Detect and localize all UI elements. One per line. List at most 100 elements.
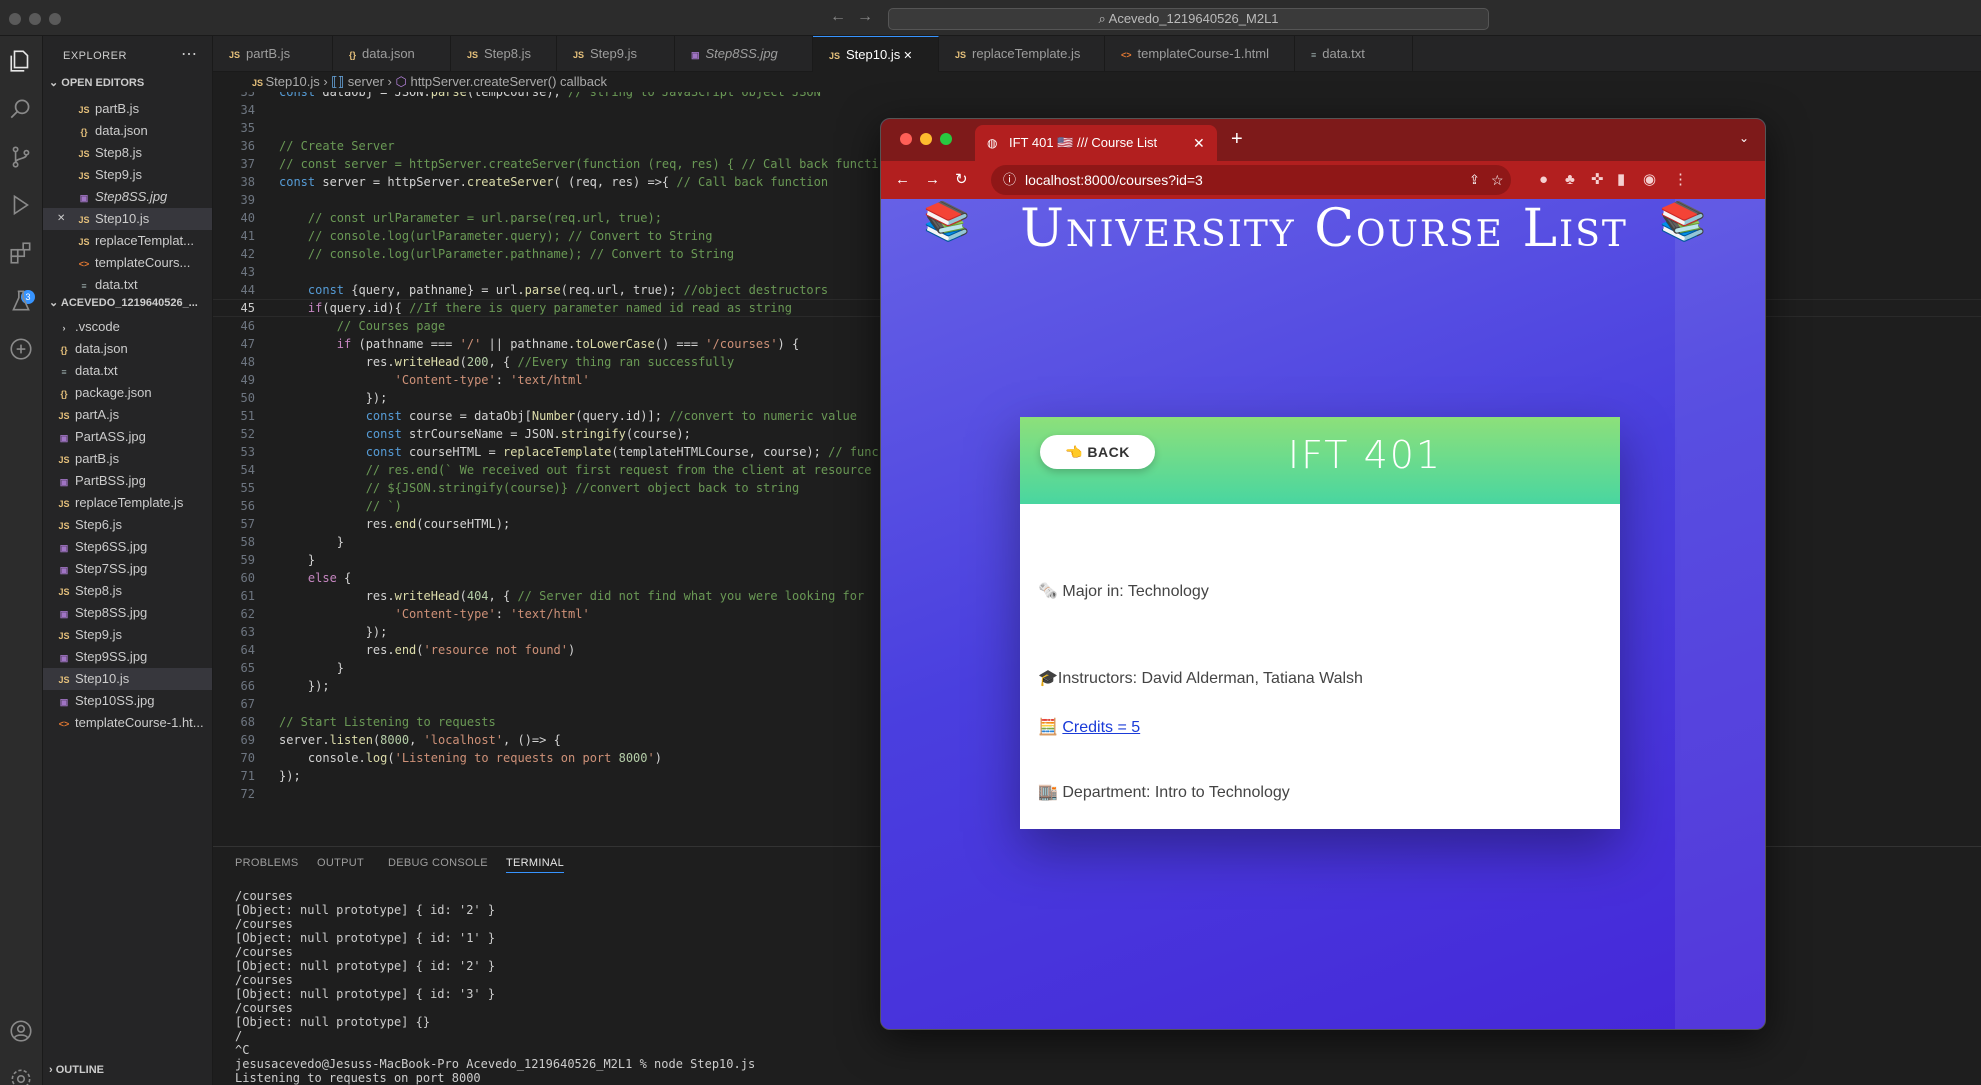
file-tree-item[interactable]: › .vscode	[43, 316, 212, 338]
tab-search-chevron-icon[interactable]: ⌄	[1739, 131, 1749, 145]
tab-step8ss-jpg[interactable]: ▣ Step8SS.jpg	[675, 36, 813, 72]
line-number: 44	[240, 283, 255, 297]
browser-minimize-dot[interactable]	[920, 133, 932, 145]
tab-output[interactable]: OUTPUT	[317, 857, 364, 869]
tab-partb-js[interactable]: JS partB.js	[213, 36, 333, 72]
browser-tab[interactable]: ◍ IFT 401 🇺🇸 /// Course List ✕	[975, 125, 1217, 161]
search-icon[interactable]	[8, 96, 34, 122]
address-bar[interactable]: ⓘ localhost:8000/courses?id=3 ⇪ ☆	[991, 165, 1511, 195]
tab-problems[interactable]: PROBLEMS	[235, 857, 299, 869]
breadcrumb-callback[interactable]: httpServer.createServer() callback	[410, 74, 607, 89]
command-center[interactable]: ⌕ Acevedo_1219640526_M2L1	[888, 8, 1489, 30]
file-tree-item[interactable]: JS partA.js	[43, 404, 212, 426]
open-editor-item[interactable]: JS replaceTemplat...	[43, 230, 212, 252]
code-line: if(query.id){ //If there is query parame…	[307, 301, 792, 315]
menu-kebab-icon[interactable]: ⋮	[1673, 172, 1688, 188]
file-tree-item[interactable]: {} data.json	[43, 338, 212, 360]
line-number: 61	[240, 589, 255, 603]
outline-header[interactable]: › OUTLINE	[49, 1064, 211, 1076]
open-editor-item[interactable]: JS Step9.js	[43, 164, 212, 186]
line-number: 37	[240, 157, 255, 171]
extensions-icon[interactable]	[8, 240, 34, 266]
open-editor-item[interactable]: JS partB.js	[43, 98, 212, 120]
share-icon[interactable]: ⇪	[1469, 165, 1480, 195]
file-tree-item[interactable]: ▣ Step7SS.jpg	[43, 558, 212, 580]
chevron-down-icon: ⌄	[49, 77, 62, 89]
credits-link[interactable]: Credits = 5	[1062, 719, 1140, 736]
close-icon[interactable]: ✕	[900, 50, 912, 62]
open-editor-item[interactable]: ≡ data.txt	[43, 274, 212, 296]
file-tree-item[interactable]: ▣ PartASS.jpg	[43, 426, 212, 448]
tab-terminal[interactable]: TERMINAL	[506, 857, 565, 873]
browser-close-dot[interactable]	[900, 133, 912, 145]
close-tab-icon[interactable]: ✕	[1193, 125, 1205, 161]
file-tree-item[interactable]: JS Step10.js	[43, 668, 212, 690]
run-debug-icon[interactable]	[8, 192, 34, 218]
source-control-icon[interactable]	[8, 144, 34, 170]
file-tree-item[interactable]: <> templateCourse-1.ht...	[43, 712, 212, 734]
file-tree-item[interactable]: ≡ data.txt	[43, 360, 212, 382]
file-tree-item[interactable]: JS Step8.js	[43, 580, 212, 602]
file-tree-item[interactable]: JS replaceTemplate.js	[43, 492, 212, 514]
tree-extension-icon[interactable]: ♣	[1565, 172, 1575, 188]
more-actions-icon[interactable]: ⋯	[181, 44, 197, 64]
js-file-icon: JS	[78, 237, 90, 247]
code-line: const dataObj = JSON.parse(tempCourse); …	[279, 92, 821, 99]
project-folder-header[interactable]: ⌄ ACEVEDO_1219640526_...	[49, 296, 211, 309]
explorer-icon[interactable]	[8, 48, 34, 74]
testing-icon[interactable]	[8, 288, 34, 314]
tab-replacetemplate-js[interactable]: JS replaceTemplate.js	[939, 36, 1105, 72]
open-editor-item[interactable]: ✕ JS Step10.js	[43, 208, 212, 230]
new-tab-icon[interactable]: +	[1231, 128, 1243, 151]
reload-icon[interactable]: ↻	[955, 172, 968, 188]
tab-data-json[interactable]: {} data.json	[333, 36, 451, 72]
file-tree-item[interactable]: ▣ Step9SS.jpg	[43, 646, 212, 668]
file-tree-label: Step6.js	[75, 517, 122, 532]
code-line: const courseHTML = replaceTemplate(templ…	[365, 445, 879, 459]
breadcrumb-file[interactable]: Step10.js	[266, 74, 320, 89]
close-icon[interactable]: ✕	[57, 208, 65, 230]
forward-arrow-icon[interactable]: →	[925, 172, 940, 188]
tab-data-txt[interactable]: ≡ data.txt	[1295, 36, 1413, 72]
file-tree-item[interactable]: ▣ Step10SS.jpg	[43, 690, 212, 712]
tab-step9-js[interactable]: JS Step9.js	[557, 36, 675, 72]
back-arrow-icon[interactable]: ←	[895, 172, 910, 188]
grammarly-extension-icon[interactable]: ●	[1539, 172, 1548, 188]
file-tree-item[interactable]: {} package.json	[43, 382, 212, 404]
extensions-puzzle-icon[interactable]: ✜	[1591, 172, 1604, 188]
code-line: const {query, pathname} = url.parse(req.…	[307, 283, 829, 297]
minimize-window-dot[interactable]	[29, 13, 41, 25]
file-tree-item[interactable]: ▣ Step8SS.jpg	[43, 602, 212, 624]
forward-arrow-icon[interactable]: →	[857, 8, 873, 26]
remote-explorer-icon[interactable]	[8, 336, 34, 362]
side-panel-icon[interactable]: ▮	[1617, 172, 1625, 188]
open-editor-item[interactable]: ▣ Step8SS.jpg	[43, 186, 212, 208]
file-tree-item[interactable]: ▣ PartBSS.jpg	[43, 470, 212, 492]
settings-gear-icon[interactable]	[8, 1066, 34, 1085]
profile-avatar-icon[interactable]: ◉	[1643, 172, 1656, 188]
file-tree-item[interactable]: JS partB.js	[43, 448, 212, 470]
open-editor-item[interactable]: {} data.json	[43, 120, 212, 142]
tab-templatecourse-1-html[interactable]: <> templateCourse-1.html	[1105, 36, 1295, 72]
browser-maximize-dot[interactable]	[940, 133, 952, 145]
file-tree-item[interactable]: JS Step9.js	[43, 624, 212, 646]
bookmark-star-icon[interactable]: ☆	[1491, 165, 1504, 195]
tab-debug-console[interactable]: DEBUG CONSOLE	[388, 857, 488, 869]
line-number: 53	[240, 445, 255, 459]
open-editors-header[interactable]: ⌄ OPEN EDITORS	[49, 76, 211, 89]
code-line: res.writeHead(200, { //Every thing ran s…	[279, 355, 735, 369]
account-icon[interactable]	[8, 1018, 34, 1044]
open-editor-label: partB.js	[95, 101, 140, 116]
open-editor-item[interactable]: <> templateCours...	[43, 252, 212, 274]
back-button[interactable]: 👈 BACK	[1040, 435, 1155, 469]
file-tree-item[interactable]: ▣ Step6SS.jpg	[43, 536, 212, 558]
back-arrow-icon[interactable]: ←	[830, 8, 846, 26]
maximize-window-dot[interactable]	[49, 13, 61, 25]
close-window-dot[interactable]	[9, 13, 21, 25]
tab-step10-js[interactable]: JS Step10.js ✕	[813, 36, 939, 72]
file-tree-item[interactable]: JS Step6.js	[43, 514, 212, 536]
breadcrumb-symbol[interactable]: server	[348, 74, 384, 89]
site-info-icon[interactable]: ⓘ	[1003, 165, 1016, 195]
tab-step8-js[interactable]: JS Step8.js	[451, 36, 557, 72]
open-editor-item[interactable]: JS Step8.js	[43, 142, 212, 164]
